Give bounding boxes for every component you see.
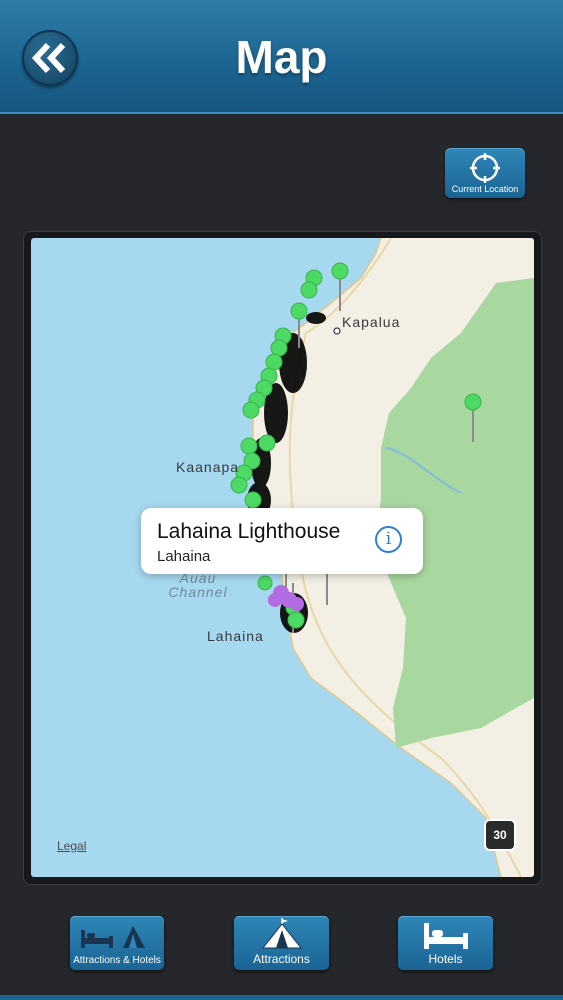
footer-divider: [0, 995, 563, 1000]
current-location-label: Current Location: [451, 184, 519, 194]
bed-tent-icon: [81, 926, 145, 948]
crosshair-icon: [470, 153, 500, 183]
info-icon[interactable]: i: [375, 526, 402, 553]
route-shield: 30: [484, 819, 516, 851]
place-label-kapalua: Kapalua: [342, 314, 401, 330]
place-label-kaanapali: Kaanapa: [176, 459, 240, 475]
callout-title: Lahaina Lighthouse: [157, 520, 341, 543]
attractions-hotels-label: Attractions & Hotels: [73, 955, 161, 966]
place-label-lahaina: Lahaina: [207, 628, 264, 644]
map-callout[interactable]: Lahaina Lighthouse Lahaina i: [141, 508, 423, 574]
tent-icon: [261, 918, 303, 949]
hotels-button[interactable]: Hotels: [398, 916, 493, 970]
callout-subtitle: Lahaina: [157, 548, 211, 565]
map-frame: Kapalua Kaanapa Lahaina Auau Channel Leg…: [23, 231, 542, 885]
attractions-label: Attractions: [253, 952, 310, 966]
header-bar: Map: [0, 0, 563, 114]
legal-link[interactable]: Legal: [57, 839, 86, 853]
map-view[interactable]: Kapalua Kaanapa Lahaina Auau Channel Leg…: [31, 238, 534, 877]
attractions-button[interactable]: Attractions: [234, 916, 329, 970]
current-location-button[interactable]: Current Location: [445, 148, 525, 198]
attractions-hotels-button[interactable]: Attractions & Hotels: [70, 916, 164, 970]
place-label-channel: Auau Channel: [168, 571, 228, 599]
page-title: Map: [235, 31, 328, 83]
bed-icon: [424, 923, 468, 949]
hotels-label: Hotels: [428, 952, 463, 966]
channel-line2: Channel: [168, 584, 228, 600]
